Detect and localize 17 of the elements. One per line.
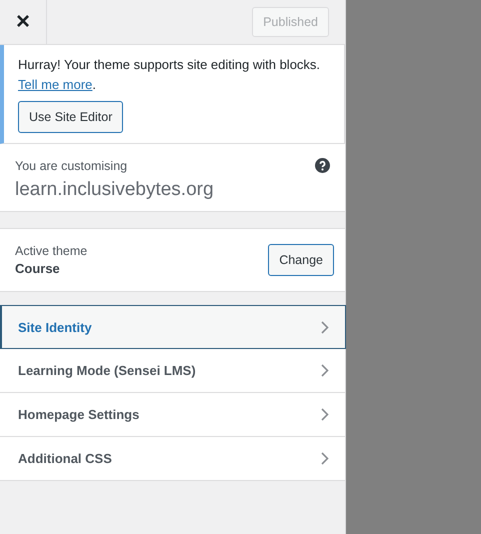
tell-me-more-link[interactable]: Tell me more: [18, 77, 92, 92]
chevron-icon: [321, 320, 329, 334]
section-item[interactable]: Homepage Settings: [0, 393, 345, 437]
notice-text: Hurray! Your theme supports site editing with blocks. Tell me more.: [18, 56, 322, 94]
customising-label: You are customising: [15, 158, 128, 172]
chevron-icon: [321, 364, 329, 377]
section-item[interactable]: Learning Mode (Sensei LMS): [0, 349, 345, 393]
site-address: learn.inclusivebytes.org: [15, 179, 215, 201]
use-site-editor-button[interactable]: Use Site Editor: [18, 101, 124, 133]
change-button[interactable]: Change: [268, 244, 334, 276]
section-item[interactable]: Additional CSS: [0, 437, 345, 481]
section-item[interactable]: Site Identity: [0, 305, 346, 349]
chevron-icon: [321, 408, 329, 421]
theme-name: Course: [15, 261, 61, 276]
active-theme-label: Active theme: [15, 244, 88, 258]
chevron-icon: [321, 452, 329, 465]
help-icon[interactable]: [315, 158, 330, 173]
